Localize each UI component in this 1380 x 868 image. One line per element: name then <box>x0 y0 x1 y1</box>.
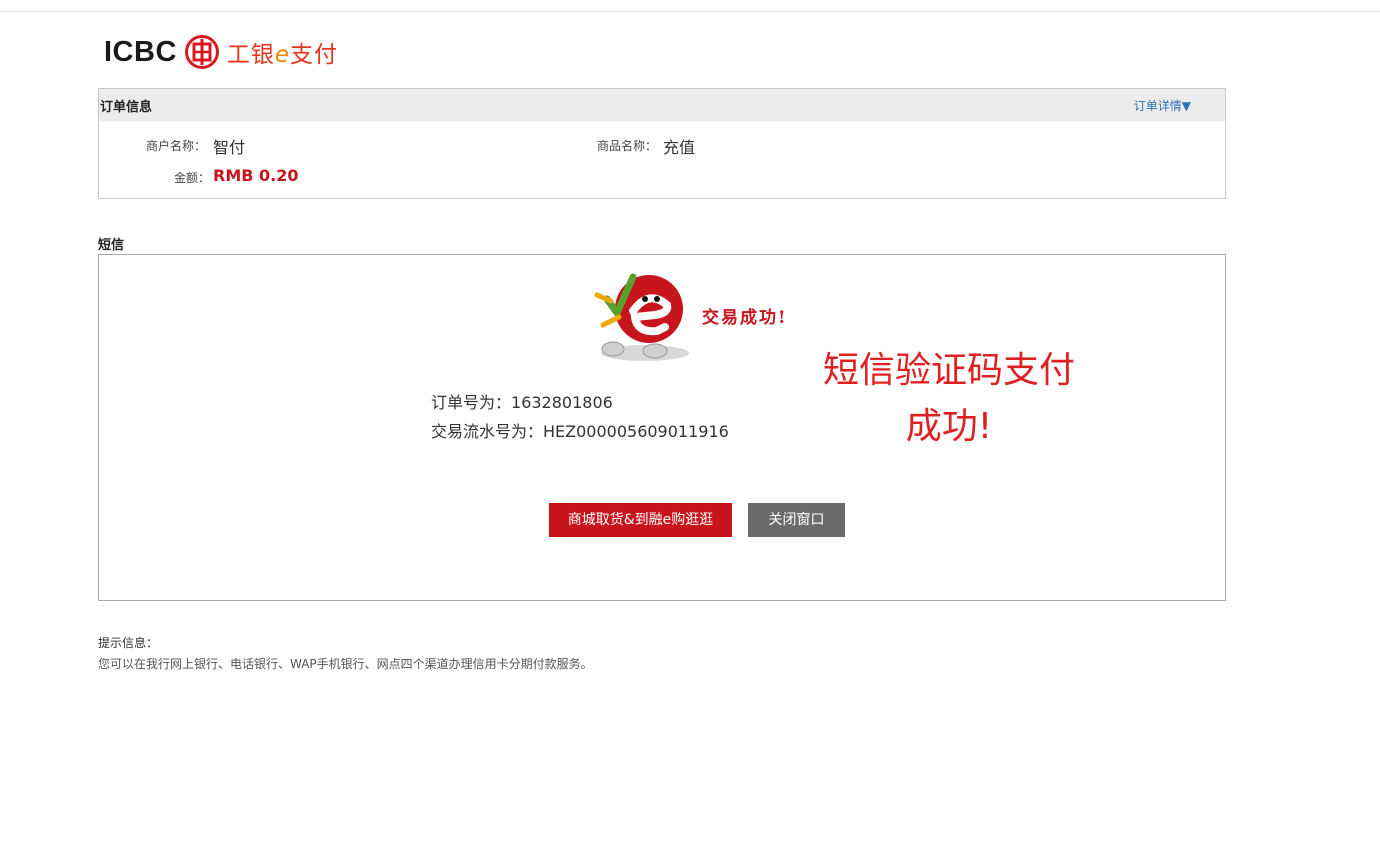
merchant-label: 商户名称： <box>146 139 207 153</box>
transaction-number-line: 交易流水号为：HEZ000005609011916 <box>431 418 729 442</box>
annotation-line-1: 短信验证码支付 <box>822 350 1075 391</box>
icbc-logo: ICBC 工银e支付 <box>104 34 338 70</box>
annotation-line-2: 成功! <box>905 406 993 447</box>
order-number-label: 订单号为： <box>431 393 512 412</box>
sms-section-label: 短信 <box>98 238 125 253</box>
transaction-number-label: 交易流水号为： <box>431 422 544 441</box>
merchant-value: 智付 <box>213 138 246 157</box>
order-info-panel: 订单信息 订单详情▼ 商户名称： 智付 商品名称： 充值 金额： RMB 0.2… <box>98 88 1226 199</box>
tips-title: 提示信息： <box>98 636 159 650</box>
product-value: 充值 <box>663 138 696 157</box>
success-message: 交易成功! <box>702 308 788 328</box>
tips-text: 您可以在我行网上银行、电话银行、WAP手机银行、网点四个渠道办理信用卡分期付款服… <box>98 657 593 671</box>
product-label: 商品名称： <box>597 139 658 153</box>
close-window-button[interactable]: 关闭窗口 <box>748 503 845 537</box>
top-divider <box>0 11 1380 12</box>
success-mascot-icon <box>594 273 689 361</box>
transaction-number-value: HEZ000005609011916 <box>543 422 729 441</box>
order-detail-toggle[interactable]: 订单详情▼ <box>1134 97 1191 114</box>
mall-pickup-button[interactable]: 商城取货&到融e购逛逛 <box>549 503 732 537</box>
brand-name: ICBC <box>104 35 177 68</box>
payment-result-panel: 交易成功! 短信验证码支付 成功! 订单号为：1632801806 交易流水号为… <box>98 254 1226 601</box>
order-number-line: 订单号为：1632801806 <box>431 389 613 413</box>
order-info-header: 订单信息 订单详情▼ <box>99 89 1225 121</box>
success-annotation: 短信验证码支付 成功! <box>799 343 1099 455</box>
amount-value: RMB 0.20 <box>213 166 299 185</box>
icbc-emblem-icon <box>184 35 219 69</box>
amount-label: 金额： <box>174 171 211 185</box>
order-number-value: 1632801806 <box>511 393 613 412</box>
order-info-title: 订单信息 <box>100 100 153 115</box>
product-name: 工银e支付 <box>226 42 339 68</box>
